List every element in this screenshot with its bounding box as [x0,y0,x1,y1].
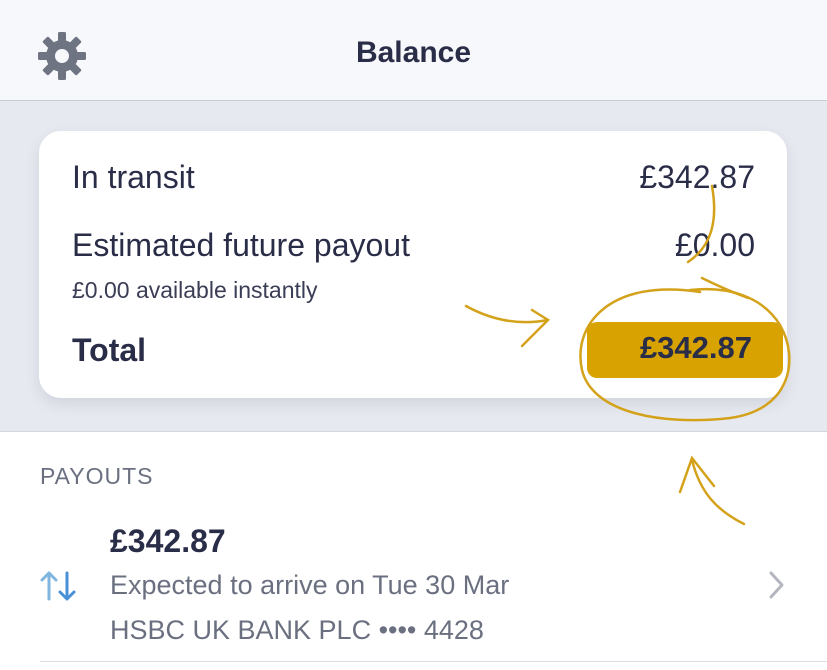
total-label: Total [72,332,147,368]
payout-expected-date: Expected to arrive on Tue 30 Mar [110,570,510,600]
list-divider [40,661,827,662]
payout-amount: £342.87 [110,523,226,559]
payouts-section-title: PAYOUTS [40,463,154,489]
estimated-future-payout-label: Estimated future payout [72,227,410,263]
chevron-right-icon[interactable] [766,569,788,601]
payout-list-item[interactable]: £342.87 Expected to arrive on Tue 30 Mar… [0,515,827,660]
transfer-arrows-icon [40,571,76,601]
in-transit-label: In transit [72,159,195,195]
payout-bank-account: HSBC UK BANK PLC •••• 4428 [110,615,484,645]
page-title: Balance [355,36,472,69]
top-bar: Balance [0,0,827,101]
estimated-future-payout-value: £0.00 [674,227,755,263]
in-transit-value: £342.87 [639,159,755,195]
balance-summary-area: In transit £342.87 Estimated future payo… [0,101,827,432]
balance-card: In transit £342.87 Estimated future payo… [39,131,787,398]
total-value: £342.87 [639,330,752,365]
available-instantly-note: £0.00 available instantly [72,277,318,303]
